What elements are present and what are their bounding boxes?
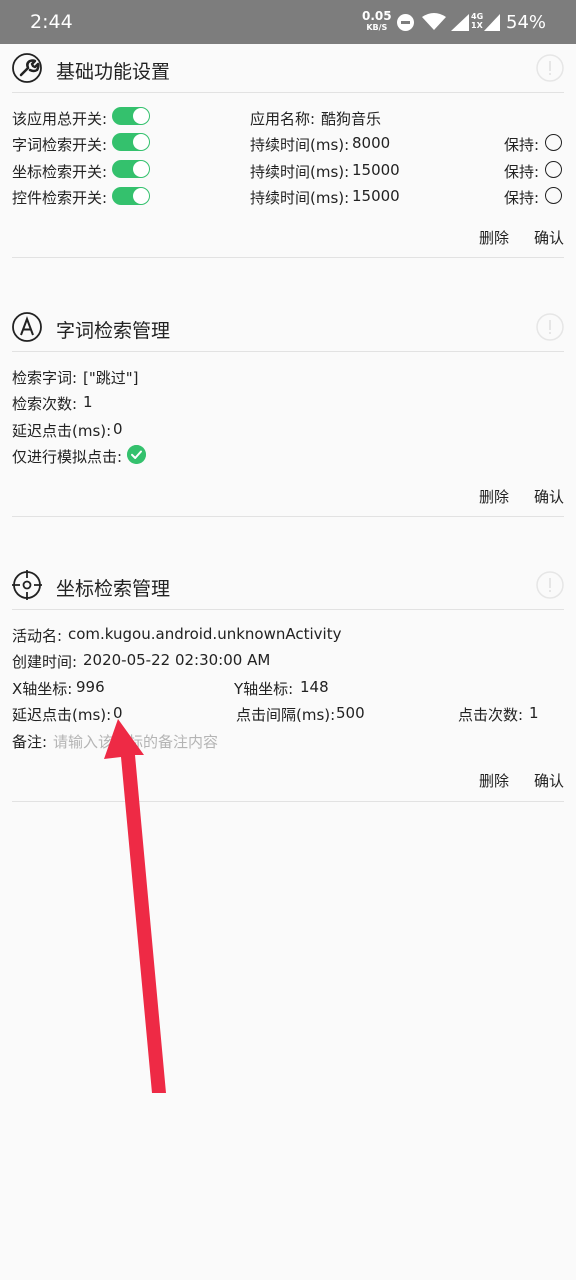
network-type-top: 4G xyxy=(471,12,484,21)
keep-radio-coord[interactable] xyxy=(545,161,562,178)
info-icon[interactable] xyxy=(536,313,564,341)
search-count-label: 检索次数: xyxy=(12,395,78,413)
basic-settings-card: 基础功能设置 该应用总开关: 应用名称: 酷狗音乐 字词检索开关: 持续时间(m… xyxy=(12,44,564,258)
keep-label-widget: 保持: xyxy=(504,189,540,207)
keep-label-coord: 保持: xyxy=(504,163,540,181)
coord-delete-button[interactable]: 删除 xyxy=(479,770,509,791)
divider xyxy=(12,516,564,517)
word-confirm-button[interactable]: 确认 xyxy=(534,486,564,507)
simulate-click-label: 仅进行模拟点击: xyxy=(12,448,123,466)
coord-confirm-button[interactable]: 确认 xyxy=(534,770,564,791)
battery-level: 54% xyxy=(506,12,547,33)
word-switch-label: 字词检索开关: xyxy=(12,136,108,154)
signal-secondary-icon xyxy=(484,14,500,31)
y-coord-label: Y轴坐标: xyxy=(234,680,294,698)
x-coord-label: X轴坐标: xyxy=(12,680,73,698)
network-type-bottom: 1X xyxy=(471,21,483,30)
signal-icon xyxy=(451,14,469,31)
coord-search-title: 坐标检索管理 xyxy=(56,578,171,600)
word-duration-label: 持续时间(ms): xyxy=(250,136,350,154)
widget-switch-label: 控件检索开关: xyxy=(12,189,108,207)
network-speed-value: 0.05 xyxy=(362,9,392,23)
click-count-label: 点击次数: xyxy=(458,706,524,724)
info-icon[interactable] xyxy=(536,571,564,599)
coord-search-card: 坐标检索管理 活动名: com.kugou.android.unknownAct… xyxy=(12,561,564,802)
status-bar: 2:44 0.05 KB/S 4G 1X 54% xyxy=(0,0,576,44)
word-search-header: 字词检索管理 xyxy=(12,303,564,352)
basic-delete-button[interactable]: 删除 xyxy=(479,227,509,248)
app-switch-toggle[interactable] xyxy=(112,107,150,125)
wrench-icon xyxy=(12,53,42,83)
note-input[interactable]: 请输入该坐标的备注内容 xyxy=(53,731,218,752)
keep-label-word: 保持: xyxy=(504,136,540,154)
click-count-value[interactable]: 1 xyxy=(529,704,539,722)
word-duration-value[interactable]: 8000 xyxy=(352,134,390,152)
crosshair-icon xyxy=(12,570,42,600)
keep-radio-word[interactable] xyxy=(545,134,562,151)
created-time-value: 2020-05-22 02:30:00 AM xyxy=(83,651,271,669)
created-time-label: 创建时间: xyxy=(12,653,78,671)
network-speed-unit: KB/S xyxy=(366,23,388,32)
coord-delay-value[interactable]: 0 xyxy=(113,704,123,722)
basic-confirm-button[interactable]: 确认 xyxy=(534,227,564,248)
wifi-icon xyxy=(422,13,446,30)
info-icon[interactable] xyxy=(536,54,564,82)
coord-search-header: 坐标检索管理 xyxy=(12,561,564,610)
network-type: 4G 1X xyxy=(471,12,483,30)
widget-switch-toggle[interactable] xyxy=(112,187,150,205)
keywords-value: ["跳过"] xyxy=(83,369,139,387)
check-icon[interactable] xyxy=(127,445,146,464)
activity-label: 活动名: xyxy=(12,627,63,645)
note-label: 备注: xyxy=(12,733,48,751)
status-time: 2:44 xyxy=(30,11,73,33)
word-delete-button[interactable]: 删除 xyxy=(479,486,509,507)
divider xyxy=(12,257,564,258)
y-coord-value[interactable]: 148 xyxy=(300,678,329,696)
word-search-title: 字词检索管理 xyxy=(56,320,171,342)
coord-duration-value[interactable]: 15000 xyxy=(352,161,400,179)
keep-radio-widget[interactable] xyxy=(545,187,562,204)
basic-settings-header: 基础功能设置 xyxy=(12,44,564,93)
divider xyxy=(12,801,564,802)
app-switch-label: 该应用总开关: xyxy=(12,110,108,128)
coord-switch-toggle[interactable] xyxy=(112,160,150,178)
coord-switch-label: 坐标检索开关: xyxy=(12,163,108,181)
activity-value: com.kugou.android.unknownActivity xyxy=(68,625,342,643)
word-delay-label: 延迟点击(ms): xyxy=(12,422,112,440)
x-coord-value[interactable]: 996 xyxy=(76,678,105,696)
app-name-value: 酷狗音乐 xyxy=(321,110,382,128)
basic-settings-title: 基础功能设置 xyxy=(56,61,171,83)
coord-duration-label: 持续时间(ms): xyxy=(250,163,350,181)
network-speed: 0.05 KB/S xyxy=(362,9,392,33)
word-switch-toggle[interactable] xyxy=(112,133,150,151)
word-search-card: 字词检索管理 检索字词: ["跳过"] 检索次数: 1 延迟点击(ms): 0 … xyxy=(12,303,564,517)
widget-duration-value[interactable]: 15000 xyxy=(352,187,400,205)
search-count-value: 1 xyxy=(83,393,93,411)
letter-a-icon xyxy=(12,312,42,342)
app-name-label: 应用名称: xyxy=(250,110,316,128)
widget-duration-label: 持续时间(ms): xyxy=(250,189,350,207)
coord-delay-label: 延迟点击(ms): xyxy=(12,706,112,724)
click-interval-value[interactable]: 500 xyxy=(336,704,365,722)
word-delay-value: 0 xyxy=(113,420,123,438)
do-not-disturb-icon xyxy=(397,14,414,31)
click-interval-label: 点击间隔(ms): xyxy=(236,706,336,724)
keywords-label: 检索字词: xyxy=(12,369,78,387)
